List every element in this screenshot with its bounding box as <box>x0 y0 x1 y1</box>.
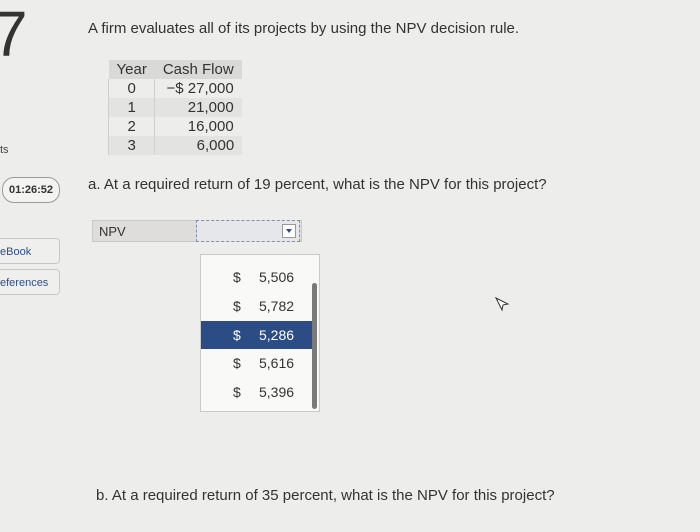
year-cell: 3 <box>107 136 156 155</box>
cash-flow-table: Year Cash Flow 0 −$ 27,000 1 21,000 2 16… <box>107 60 243 155</box>
question-panel: A firm evaluates all of its projects by … <box>66 0 700 532</box>
dollar-sign: $ <box>233 355 241 371</box>
option-value: 5,506 <box>259 269 295 285</box>
dollar-sign: $ <box>233 327 241 343</box>
year-cell: 2 <box>107 117 156 136</box>
dropdown-scrollbar[interactable] <box>312 283 317 409</box>
option-value: 5,782 <box>259 298 295 314</box>
question-number: 7 <box>0 0 28 70</box>
dropdown-option[interactable]: $ 5,782 <box>201 292 313 320</box>
cash-flow-cell: 6,000 <box>154 136 243 155</box>
part-a-question: a. At a required return of 19 percent, w… <box>88 176 547 193</box>
mouse-cursor-icon <box>494 296 510 312</box>
year-cell: 1 <box>107 98 156 117</box>
option-value: 5,396 <box>259 384 295 400</box>
year-cell: 0 <box>107 79 156 98</box>
cash-flow-header: Cash Flow <box>154 60 243 79</box>
year-header: Year <box>108 60 155 79</box>
dropdown-option-selected[interactable]: $ 5,286 <box>201 321 313 349</box>
table-row: 2 16,000 <box>107 117 243 136</box>
timer: 01:26:52 <box>2 177 60 203</box>
question-text: A firm evaluates all of its projects by … <box>88 20 520 37</box>
cash-flow-cell: 21,000 <box>154 98 243 117</box>
dollar-sign: $ <box>233 384 241 400</box>
sidebar-partial-label: ts <box>0 144 9 156</box>
ebook-button[interactable]: eBook <box>0 238 60 264</box>
dropdown-option[interactable]: $ 5,396 <box>201 378 313 406</box>
dropdown-option[interactable]: $ 5,506 <box>201 263 313 291</box>
part-b-question: b. At a required return of 35 percent, w… <box>96 487 555 504</box>
cash-flow-cell: −$ 27,000 <box>166 80 234 97</box>
npv-select[interactable] <box>196 220 300 242</box>
option-value: 5,616 <box>259 355 295 371</box>
table-row: 3 6,000 <box>107 136 243 155</box>
references-button[interactable]: eferences <box>0 269 60 295</box>
option-value: 5,286 <box>259 327 295 343</box>
table-row: 1 21,000 <box>107 98 243 117</box>
dollar-sign: $ <box>233 269 241 285</box>
dropdown-option[interactable]: $ 5,616 <box>201 349 313 377</box>
cash-flow-cell: 16,000 <box>187 118 234 135</box>
chevron-down-icon[interactable] <box>282 224 296 238</box>
sidebar: 7 ts 01:26:52 eBook eferences <box>0 0 66 532</box>
dollar-sign: $ <box>233 298 241 314</box>
npv-label: NPV <box>99 224 126 239</box>
table-row: 0 −$ 27,000 <box>107 79 243 98</box>
npv-dropdown-list: $ 5,506 $ 5,782 $ 5,286 $ 5,616 $ 5,396 <box>200 254 320 412</box>
